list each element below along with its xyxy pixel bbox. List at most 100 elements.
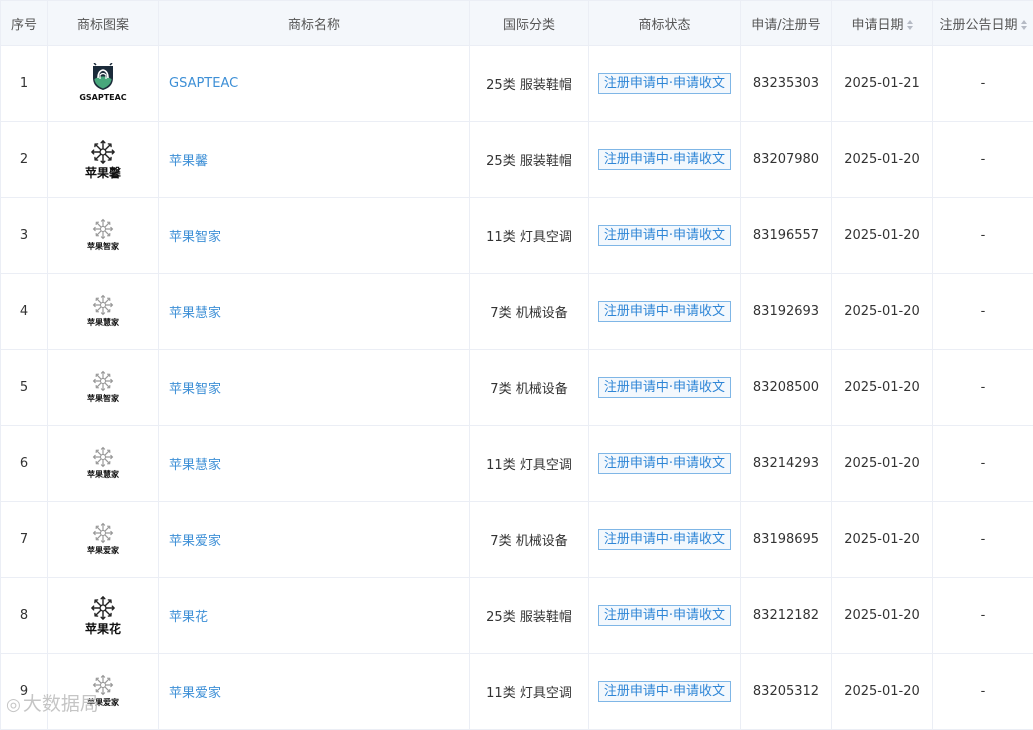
cell-pubdate: - [933, 502, 1033, 578]
trademark-name-link[interactable]: 苹果馨 [169, 154, 208, 169]
cell-appdate: 2025-01-21 [832, 46, 933, 122]
column-header-regno: 申请/注册号 [741, 1, 832, 46]
table-row: 9 苹果爱家 苹果爱家 11类 灯具空调 注册申请中·申请收文 83205312… [1, 654, 1033, 730]
trademark-logo[interactable]: GSAPTEAC [79, 63, 126, 104]
cell-image[interactable]: 苹果慧家 [48, 274, 159, 350]
cell-seq: 5 [1, 350, 48, 426]
trademark-logo[interactable]: 苹果智家 [87, 370, 119, 405]
status-badge: 注册申请中·申请收文 [598, 225, 731, 246]
trademark-name-link[interactable]: 苹果慧家 [169, 306, 221, 321]
column-header-pubdate-label: 注册公告日期 [939, 18, 1017, 33]
column-header-appdate-label: 申请日期 [851, 18, 903, 33]
cell-class: 7类 机械设备 [470, 502, 589, 578]
cell-status: 注册申请中·申请收文 [589, 198, 741, 274]
cell-class: 11类 灯具空调 [470, 426, 589, 502]
cell-name: 苹果智家 [159, 198, 470, 274]
cell-seq: 4 [1, 274, 48, 350]
trademark-name-link[interactable]: 苹果智家 [169, 382, 221, 397]
status-badge: 注册申请中·申请收文 [598, 377, 731, 398]
cell-pubdate: - [933, 46, 1033, 122]
trademark-name-link[interactable]: 苹果慧家 [169, 458, 221, 473]
cell-appdate: 2025-01-20 [832, 350, 933, 426]
cell-pubdate: - [933, 274, 1033, 350]
status-badge: 注册申请中·申请收文 [598, 529, 731, 550]
cell-image[interactable]: 苹果爱家 [48, 502, 159, 578]
cell-image[interactable]: 苹果智家 [48, 198, 159, 274]
snowflake-flower-icon [92, 370, 114, 392]
column-header-appdate[interactable]: 申请日期 [832, 1, 933, 46]
cell-name: GSAPTEAC [159, 46, 470, 122]
trademark-name-link[interactable]: 苹果爱家 [169, 534, 221, 549]
status-badge: 注册申请中·申请收文 [598, 453, 731, 474]
trademark-logo[interactable]: 苹果爱家 [87, 522, 119, 557]
cell-image[interactable]: GSAPTEAC [48, 46, 159, 122]
column-header-image: 商标图案 [48, 1, 159, 46]
cell-pubdate: - [933, 578, 1033, 654]
mascot-icon: ◎ [6, 695, 21, 715]
cell-appdate: 2025-01-20 [832, 122, 933, 198]
cell-appdate: 2025-01-20 [832, 654, 933, 730]
watermark: ◎大数据局 [6, 689, 99, 716]
cell-appdate: 2025-01-20 [832, 578, 933, 654]
column-header-seq: 序号 [1, 1, 48, 46]
table-row: 6 苹果慧家 苹果慧家 11类 灯具空调 注册申请中·申请收文 83214293… [1, 426, 1033, 502]
cell-regno: 83196557 [741, 198, 832, 274]
trademark-logo[interactable]: 苹果慧家 [87, 446, 119, 481]
logo-text: 苹果馨 [85, 166, 121, 180]
logo-text: 苹果智家 [87, 241, 119, 253]
cell-regno: 83212182 [741, 578, 832, 654]
cell-image[interactable]: 苹果慧家 [48, 426, 159, 502]
cell-class: 25类 服装鞋帽 [470, 46, 589, 122]
cell-appdate: 2025-01-20 [832, 198, 933, 274]
logo-text: 苹果慧家 [87, 317, 119, 329]
column-header-status: 商标状态 [589, 1, 741, 46]
cell-pubdate: - [933, 350, 1033, 426]
cell-image[interactable]: 苹果智家 [48, 350, 159, 426]
cell-name: 苹果慧家 [159, 274, 470, 350]
trademark-table: 序号 商标图案 商标名称 国际分类 商标状态 申请/注册号 申请日期 注册公告日… [0, 0, 1033, 730]
cell-regno: 83198695 [741, 502, 832, 578]
cell-class: 11类 灯具空调 [470, 654, 589, 730]
cell-seq: 8 [1, 578, 48, 654]
column-header-pubdate[interactable]: 注册公告日期 [933, 1, 1033, 46]
cell-image[interactable]: 苹果花 [48, 578, 159, 654]
trademark-logo[interactable]: 苹果慧家 [87, 294, 119, 329]
status-badge: 注册申请中·申请收文 [598, 149, 731, 170]
cell-regno: 83205312 [741, 654, 832, 730]
cell-regno: 83235303 [741, 46, 832, 122]
cell-status: 注册申请中·申请收文 [589, 502, 741, 578]
cell-class: 25类 服装鞋帽 [470, 578, 589, 654]
cell-seq: 3 [1, 198, 48, 274]
status-badge: 注册申请中·申请收文 [598, 73, 731, 94]
cell-image[interactable]: 苹果馨 [48, 122, 159, 198]
trademark-logo[interactable]: 苹果馨 [85, 139, 121, 180]
logo-text: 苹果花 [85, 622, 121, 636]
snowflake-flower-icon [92, 218, 114, 240]
trademark-name-link[interactable]: 苹果爱家 [169, 686, 221, 701]
table-header: 序号 商标图案 商标名称 国际分类 商标状态 申请/注册号 申请日期 注册公告日… [1, 1, 1033, 46]
watermark-text: 大数据局 [23, 693, 99, 715]
snowflake-flower-icon [92, 446, 114, 468]
cell-appdate: 2025-01-20 [832, 502, 933, 578]
cell-name: 苹果花 [159, 578, 470, 654]
sort-icon[interactable] [1021, 20, 1027, 30]
cell-appdate: 2025-01-20 [832, 426, 933, 502]
column-header-name: 商标名称 [159, 1, 470, 46]
trademark-name-link[interactable]: GSAPTEAC [169, 76, 238, 91]
table-row: 8 苹果花 苹果花 25类 服装鞋帽 注册申请中·申请收文 83212182 2… [1, 578, 1033, 654]
trademark-logo[interactable]: 苹果智家 [87, 218, 119, 253]
sort-icon[interactable] [907, 20, 913, 30]
table-row: 3 苹果智家 苹果智家 11类 灯具空调 注册申请中·申请收文 83196557… [1, 198, 1033, 274]
logo-text: GSAPTEAC [79, 92, 126, 104]
trademark-name-link[interactable]: 苹果花 [169, 610, 208, 625]
cell-seq: 6 [1, 426, 48, 502]
trademark-logo[interactable]: 苹果花 [85, 595, 121, 636]
snowflake-flower-icon [90, 595, 116, 621]
trademark-name-link[interactable]: 苹果智家 [169, 230, 221, 245]
status-badge: 注册申请中·申请收文 [598, 681, 731, 702]
cell-pubdate: - [933, 198, 1033, 274]
logo-text: 苹果爱家 [87, 545, 119, 557]
cell-regno: 83208500 [741, 350, 832, 426]
cell-regno: 83192693 [741, 274, 832, 350]
cell-status: 注册申请中·申请收文 [589, 350, 741, 426]
